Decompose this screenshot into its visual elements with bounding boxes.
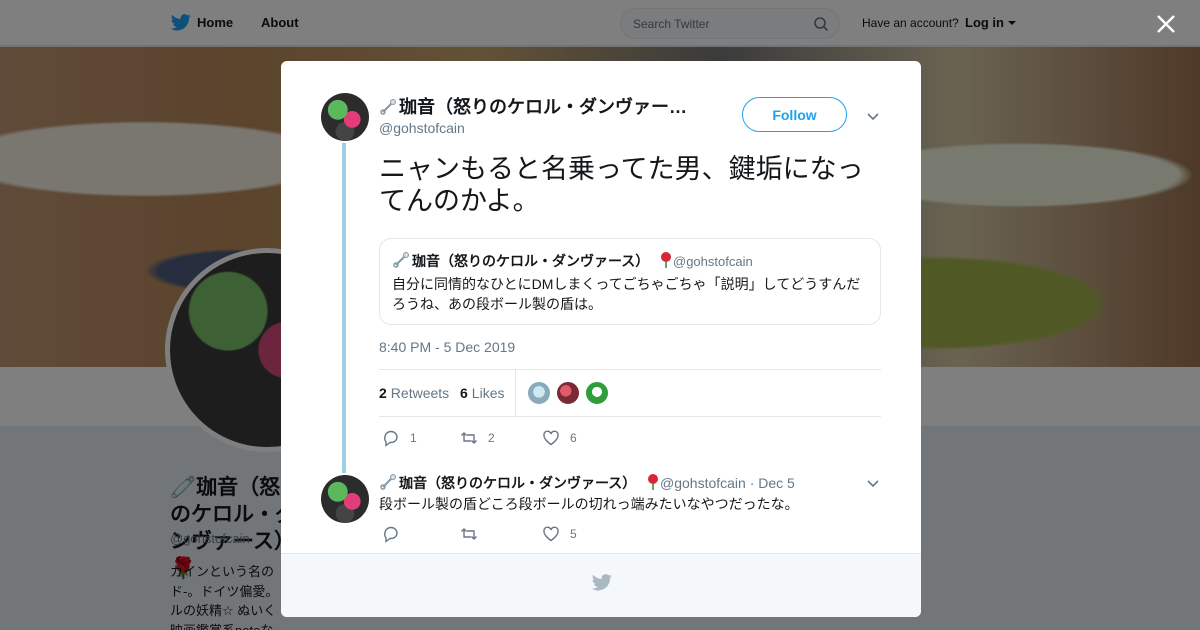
heart-icon <box>543 526 559 542</box>
safety-pin-emoji <box>393 252 409 268</box>
modal-footer <box>281 553 921 617</box>
twitter-bird-icon <box>591 574 612 591</box>
author-avatar[interactable] <box>321 93 369 141</box>
like-count: 5 <box>570 527 577 541</box>
liker-avatar[interactable] <box>527 381 551 405</box>
tweet-text: ニャンもると名乗ってた男、鍵垢になってんのかよ。 <box>379 154 864 216</box>
reply-author-handle[interactable]: @gohstofcain · Dec 5 <box>660 475 795 491</box>
stats-divider <box>515 370 516 416</box>
safety-pin-emoji <box>380 99 396 115</box>
liker-avatar[interactable] <box>585 381 609 405</box>
tweet-timestamp[interactable]: 8:40 PM - 5 Dec 2019 <box>379 339 515 355</box>
follow-button[interactable]: Follow <box>742 97 847 132</box>
heart-icon <box>543 430 559 446</box>
likes-label: Likes <box>471 385 505 401</box>
chevron-down-icon[interactable] <box>866 476 880 490</box>
reply-handle-text: @gohstofcain <box>660 475 746 491</box>
reply-text: 段ボール製の盾どころ段ボールの切れっ端みたいなやつだったな。 <box>379 496 799 512</box>
chevron-down-icon[interactable] <box>866 109 880 123</box>
tweet-stats: 2 Retweets 6 Likes <box>379 369 881 417</box>
retweet-icon <box>461 432 477 444</box>
retweet-icon <box>461 528 477 540</box>
quoted-author-name-text: 珈音（怒りのケロル・ダンヴァース） <box>412 253 650 269</box>
retweet-count: 2 <box>488 431 495 445</box>
reply-author-name-text: 珈音（怒りのケロル・ダンヴァース） <box>399 475 637 491</box>
tweet-actions: 1 2 6 <box>382 429 682 449</box>
author-name-text: 珈音（怒りのケロル・ダンヴァー… <box>399 97 687 117</box>
quoted-author-handle: @gohstofcain <box>673 254 753 269</box>
safety-pin-emoji <box>380 474 396 490</box>
quoted-tweet-text: 自分に同情的なひとにDMしまくってごちゃごちゃ「説明」してどうすんだろうね、あの… <box>392 276 861 312</box>
retweets-stat[interactable]: 2 Retweets <box>379 385 449 401</box>
quoted-tweet[interactable]: 珈音（怒りのケロル・ダンヴァース） @gohstofcain 自分に同情的なひと… <box>379 238 881 325</box>
retweets-label: Retweets <box>390 385 450 401</box>
quoted-author-name: 珈音（怒りのケロル・ダンヴァース） <box>392 251 677 271</box>
thread-connector-line <box>342 143 346 473</box>
likes-stat[interactable]: 6 Likes <box>460 385 504 401</box>
reply-icon <box>384 526 398 543</box>
reply-icon <box>384 430 398 447</box>
tweet-modal: 珈音（怒りのケロル・ダンヴァー… @gohstofcain Follow ニャン… <box>281 61 921 617</box>
liker-avatar[interactable] <box>556 381 580 405</box>
reply-author-name[interactable]: 珈音（怒りのケロル・ダンヴァース） <box>379 473 664 493</box>
likes-count: 6 <box>460 385 468 401</box>
author-name[interactable]: 珈音（怒りのケロル・ダンヴァー… <box>379 93 699 119</box>
close-icon[interactable] <box>1155 13 1177 35</box>
author-handle[interactable]: @gohstofcain <box>379 120 465 136</box>
reply-author-avatar[interactable] <box>321 475 369 523</box>
retweets-count: 2 <box>379 385 387 401</box>
reply-date[interactable]: · Dec 5 <box>750 475 795 491</box>
like-count: 6 <box>570 431 577 445</box>
reply-count: 1 <box>410 431 417 445</box>
reply-actions: 5 <box>382 525 682 545</box>
